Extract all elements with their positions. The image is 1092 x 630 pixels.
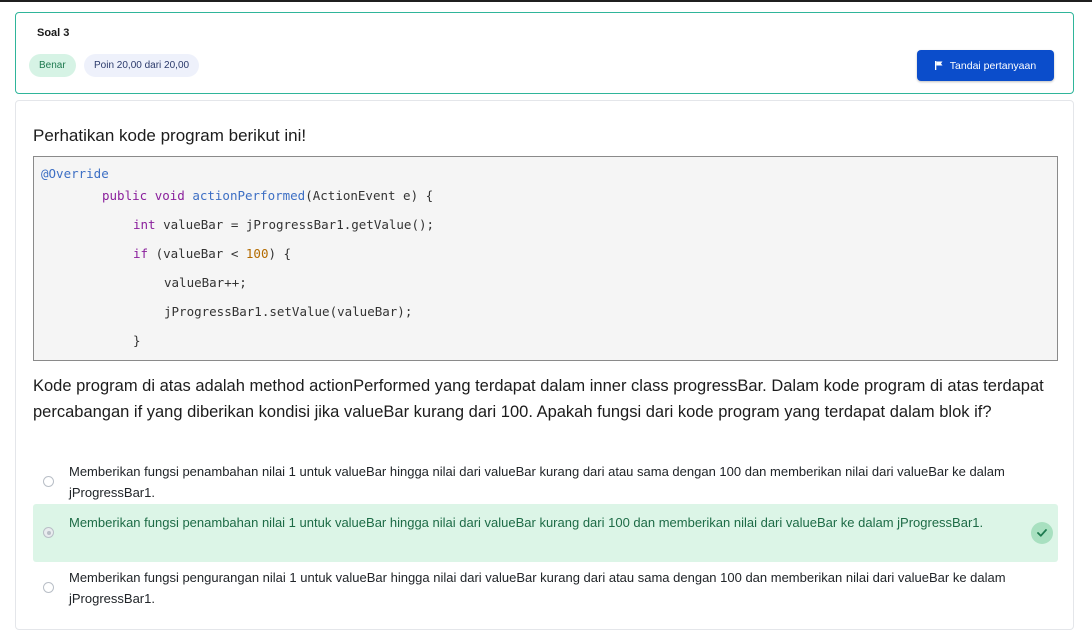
code-line: jProgressBar1.setValue(valueBar); — [164, 304, 413, 319]
answer-option-2[interactable]: Memberikan fungsi penambahan nilai 1 unt… — [33, 504, 1058, 562]
code-line: if (valueBar < 100) { — [133, 246, 292, 261]
code-block: @Override public void actionPerformed(Ac… — [33, 156, 1058, 361]
status-badge: Benar — [29, 54, 76, 77]
answer-option-1[interactable]: Memberikan fungsi penambahan nilai 1 unt… — [33, 456, 1058, 508]
code-line: public void actionPerformed(ActionEvent … — [102, 188, 434, 203]
option-radio[interactable] — [43, 527, 54, 538]
question-content: Perhatikan kode program berikut ini! @Ov… — [15, 100, 1074, 630]
question-info-card: Soal 3 Benar Poin 20,00 dari 20,00 Tanda… — [15, 12, 1074, 94]
top-border — [0, 0, 1092, 2]
option-text: Memberikan fungsi pengurangan nilai 1 un… — [69, 570, 1006, 606]
answer-option-3[interactable]: Memberikan fungsi pengurangan nilai 1 un… — [33, 562, 1058, 614]
code-line: int valueBar = jProgressBar1.getValue(); — [133, 217, 435, 232]
code-line: @Override — [41, 166, 109, 181]
option-text: Memberikan fungsi penambahan nilai 1 unt… — [69, 464, 1005, 500]
question-text: Kode program di atas adalah method actio… — [33, 377, 1044, 421]
question-intro: Perhatikan kode program berikut ini! — [33, 126, 307, 145]
flag-button-label: Tandai pertanyaan — [949, 59, 1037, 72]
check-icon — [1031, 522, 1053, 544]
code-line: } — [133, 333, 141, 348]
question-number: Soal 3 — [37, 27, 70, 39]
option-text: Memberikan fungsi penambahan nilai 1 unt… — [69, 515, 984, 530]
points-badge: Poin 20,00 dari 20,00 — [84, 54, 200, 77]
code-line: valueBar++; — [164, 275, 247, 290]
option-radio[interactable] — [43, 582, 54, 593]
option-radio[interactable] — [43, 476, 54, 487]
flag-question-button[interactable]: Tandai pertanyaan — [917, 50, 1054, 81]
flag-icon — [934, 61, 943, 70]
